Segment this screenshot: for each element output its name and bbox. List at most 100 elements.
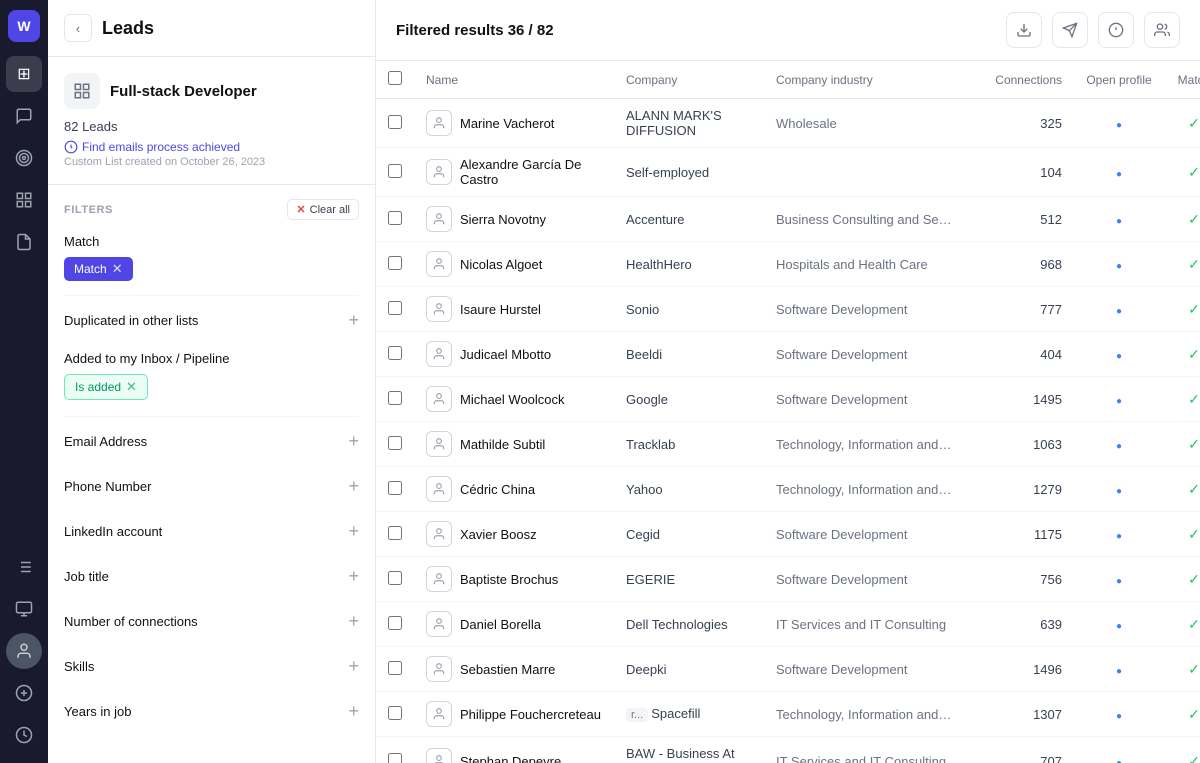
- row-checkbox[interactable]: [388, 481, 402, 495]
- filter-phone-plus-icon: +: [348, 476, 359, 497]
- industry-cell: Software Development: [764, 287, 964, 332]
- select-all-checkbox[interactable]: [388, 71, 402, 85]
- match-cell: ✓: [1164, 287, 1200, 332]
- grid-icon[interactable]: [6, 182, 42, 218]
- home-icon[interactable]: ⊞: [6, 56, 42, 92]
- card-icon[interactable]: [6, 591, 42, 627]
- filter-phone-header[interactable]: Phone Number +: [64, 472, 359, 501]
- list-icon[interactable]: [6, 549, 42, 585]
- row-checkbox[interactable]: [388, 164, 402, 178]
- connections-cell: 707: [964, 737, 1074, 763]
- row-checkbox[interactable]: [388, 436, 402, 450]
- clock-icon[interactable]: [6, 717, 42, 753]
- connections-cell: 1175: [964, 512, 1074, 557]
- match-checkmark: ✓: [1188, 481, 1200, 497]
- industry-cell: Software Development: [764, 377, 964, 422]
- match-cell: ✓: [1164, 647, 1200, 692]
- match-cell: ✓: [1164, 197, 1200, 242]
- toolbar: Filtered results 36 / 82: [376, 0, 1200, 61]
- custom-list-date: Custom List created on October 26, 2023: [64, 156, 359, 168]
- row-checkbox[interactable]: [388, 616, 402, 630]
- find-emails-link[interactable]: Find emails process achieved: [64, 140, 359, 154]
- row-checkbox[interactable]: [388, 391, 402, 405]
- person-name: Baptiste Brochus: [460, 572, 558, 587]
- row-checkbox[interactable]: [388, 526, 402, 540]
- table-row: Xavier BooszCegidSoftware Development117…: [376, 512, 1200, 557]
- export-button[interactable]: [1006, 12, 1042, 48]
- filter-group-connections: Number of connections +: [64, 607, 359, 636]
- open-profile-dot: ●: [1116, 396, 1122, 407]
- filter-group-phone: Phone Number +: [64, 472, 359, 501]
- filter-group-skills: Skills +: [64, 652, 359, 681]
- match-cell: ✓: [1164, 467, 1200, 512]
- row-checkbox[interactable]: [388, 706, 402, 720]
- open-profile-cell: ●: [1074, 99, 1164, 148]
- filter-yearsinjob-header[interactable]: Years in job +: [64, 697, 359, 726]
- row-checkbox[interactable]: [388, 661, 402, 675]
- doc-icon[interactable]: [6, 224, 42, 260]
- tag-icon[interactable]: [6, 675, 42, 711]
- action-button[interactable]: [1098, 12, 1134, 48]
- match-cell: ✓: [1164, 332, 1200, 377]
- remove-is-added-tag[interactable]: ✕: [126, 379, 137, 395]
- row-checkbox[interactable]: [388, 211, 402, 225]
- person-name: Alexandre García De Castro: [460, 157, 602, 187]
- filter-yearsinjob-plus-icon: +: [348, 701, 359, 722]
- filter-jobtitle-header[interactable]: Job title +: [64, 562, 359, 591]
- company-cell: Sonio: [614, 287, 764, 332]
- filter-linkedin-header[interactable]: LinkedIn account +: [64, 517, 359, 546]
- filter-group-yearsinjob: Years in job +: [64, 697, 359, 726]
- filter-email-header[interactable]: Email Address +: [64, 427, 359, 456]
- person-icon: [426, 386, 452, 412]
- person-name: Marine Vacherot: [460, 116, 554, 131]
- open-profile-dot: ●: [1116, 576, 1122, 587]
- person-icon: [426, 341, 452, 367]
- filter-group-duplicated-header[interactable]: Duplicated in other lists +: [64, 306, 359, 335]
- row-checkbox[interactable]: [388, 753, 402, 763]
- person-name: Sebastien Marre: [460, 662, 555, 677]
- open-profile-cell: ●: [1074, 242, 1164, 287]
- back-button[interactable]: ‹: [64, 14, 92, 42]
- view-button[interactable]: [1144, 12, 1180, 48]
- match-checkmark: ✓: [1188, 211, 1200, 227]
- row-checkbox[interactable]: [388, 115, 402, 129]
- row-checkbox[interactable]: [388, 346, 402, 360]
- company-cell: Cegid: [614, 512, 764, 557]
- industry-cell: Software Development: [764, 647, 964, 692]
- company-cell: Deepki: [614, 647, 764, 692]
- row-checkbox[interactable]: [388, 256, 402, 270]
- filter-linkedin-plus-icon: +: [348, 521, 359, 542]
- match-cell: ✓: [1164, 602, 1200, 647]
- app-logo[interactable]: W: [8, 10, 40, 42]
- person-icon: [426, 748, 452, 763]
- industry-cell: Technology, Information and I...: [764, 422, 964, 467]
- filter-group-linkedin: LinkedIn account +: [64, 517, 359, 546]
- match-cell: ✓: [1164, 377, 1200, 422]
- filter-connections-plus-icon: +: [348, 611, 359, 632]
- target-icon[interactable]: [6, 140, 42, 176]
- filter-connections-header[interactable]: Number of connections +: [64, 607, 359, 636]
- user-avatar-icon[interactable]: [6, 633, 42, 669]
- open-profile-dot: ●: [1116, 351, 1122, 362]
- person-icon: [426, 611, 452, 637]
- row-checkbox[interactable]: [388, 571, 402, 585]
- open-profile-dot: ●: [1116, 758, 1122, 763]
- person-icon: [426, 431, 452, 457]
- match-checkmark: ✓: [1188, 256, 1200, 272]
- chat-icon[interactable]: [6, 98, 42, 134]
- industry-cell: Business Consulting and Serv...: [764, 197, 964, 242]
- table-row: Daniel BorellaDell TechnologiesIT Servic…: [376, 602, 1200, 647]
- filter-email-plus-icon: +: [348, 431, 359, 452]
- main-content: Filtered results 36 / 82 Name Company Co…: [376, 0, 1200, 763]
- clear-all-button[interactable]: ✕ Clear all: [287, 199, 359, 220]
- match-checkmark: ✓: [1188, 164, 1200, 180]
- open-profile-cell: ●: [1074, 737, 1164, 763]
- remove-match-tag[interactable]: ✕: [112, 261, 123, 277]
- row-checkbox[interactable]: [388, 301, 402, 315]
- table-row: Judicael MbottoBeeldiSoftware Developmen…: [376, 332, 1200, 377]
- open-profile-cell: ●: [1074, 197, 1164, 242]
- company-cell: Self-employed: [614, 148, 764, 197]
- send-button[interactable]: [1052, 12, 1088, 48]
- connections-cell: 1495: [964, 377, 1074, 422]
- filter-skills-header[interactable]: Skills +: [64, 652, 359, 681]
